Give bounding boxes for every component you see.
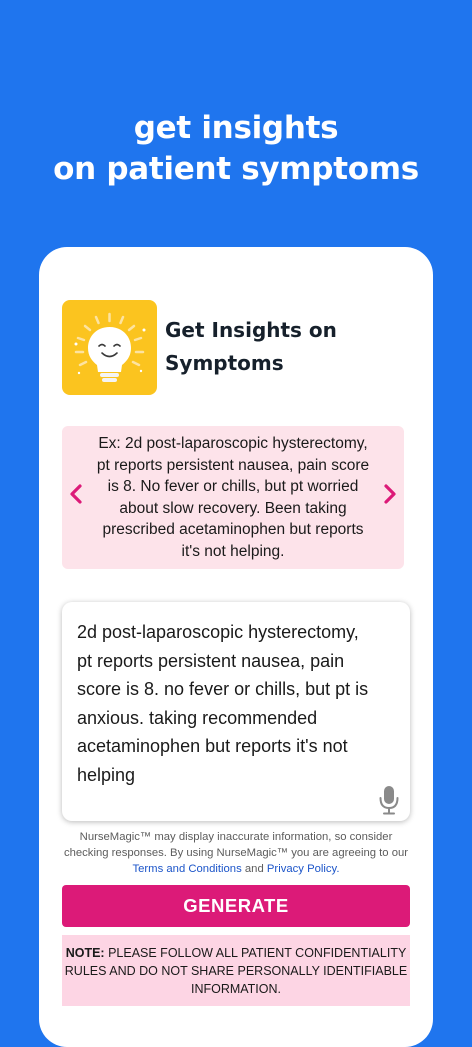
note-label: NOTE: — [65, 946, 105, 960]
example-carousel: Ex: 2d post-laparoscopic hysterectomy, p… — [62, 426, 404, 569]
app-card: Get Insights on Symptoms Ex: 2d post-lap… — [39, 247, 433, 1047]
hero-heading: get insights on patient symptoms — [0, 108, 472, 190]
disclaimer: NurseMagic™ may display inaccurate infor… — [62, 829, 410, 877]
hero-line-1: get insights — [133, 110, 339, 146]
chevron-right-icon[interactable] — [381, 483, 399, 505]
disclaimer-and: and — [241, 863, 267, 875]
symptoms-input-text[interactable]: 2d post-laparoscopic hysterectomy, pt re… — [77, 618, 377, 789]
hero-line-2: on patient symptoms — [53, 151, 419, 187]
privacy-link[interactable]: Privacy Policy. — [267, 863, 340, 875]
lightbulb-icon — [62, 300, 157, 395]
chevron-left-icon[interactable] — [67, 483, 85, 505]
microphone-icon[interactable] — [378, 785, 400, 815]
terms-link[interactable]: Terms and Conditions — [132, 863, 241, 875]
generate-button[interactable]: GENERATE — [62, 885, 410, 927]
app-title: Get Insights on Symptoms — [165, 318, 337, 375]
lightbulb-glyph — [74, 312, 146, 382]
disclaimer-text: NurseMagic™ may display inaccurate infor… — [63, 831, 409, 859]
symptoms-input[interactable]: 2d post-laparoscopic hysterectomy, pt re… — [62, 602, 410, 821]
confidentiality-note: NOTE: PLEASE FOLLOW ALL PATIENT CONFIDEN… — [62, 935, 410, 1006]
example-text: Ex: 2d post-laparoscopic hysterectomy, p… — [96, 435, 370, 560]
note-text: PLEASE FOLLOW ALL PATIENT CONFIDENTIALIT… — [64, 946, 408, 996]
